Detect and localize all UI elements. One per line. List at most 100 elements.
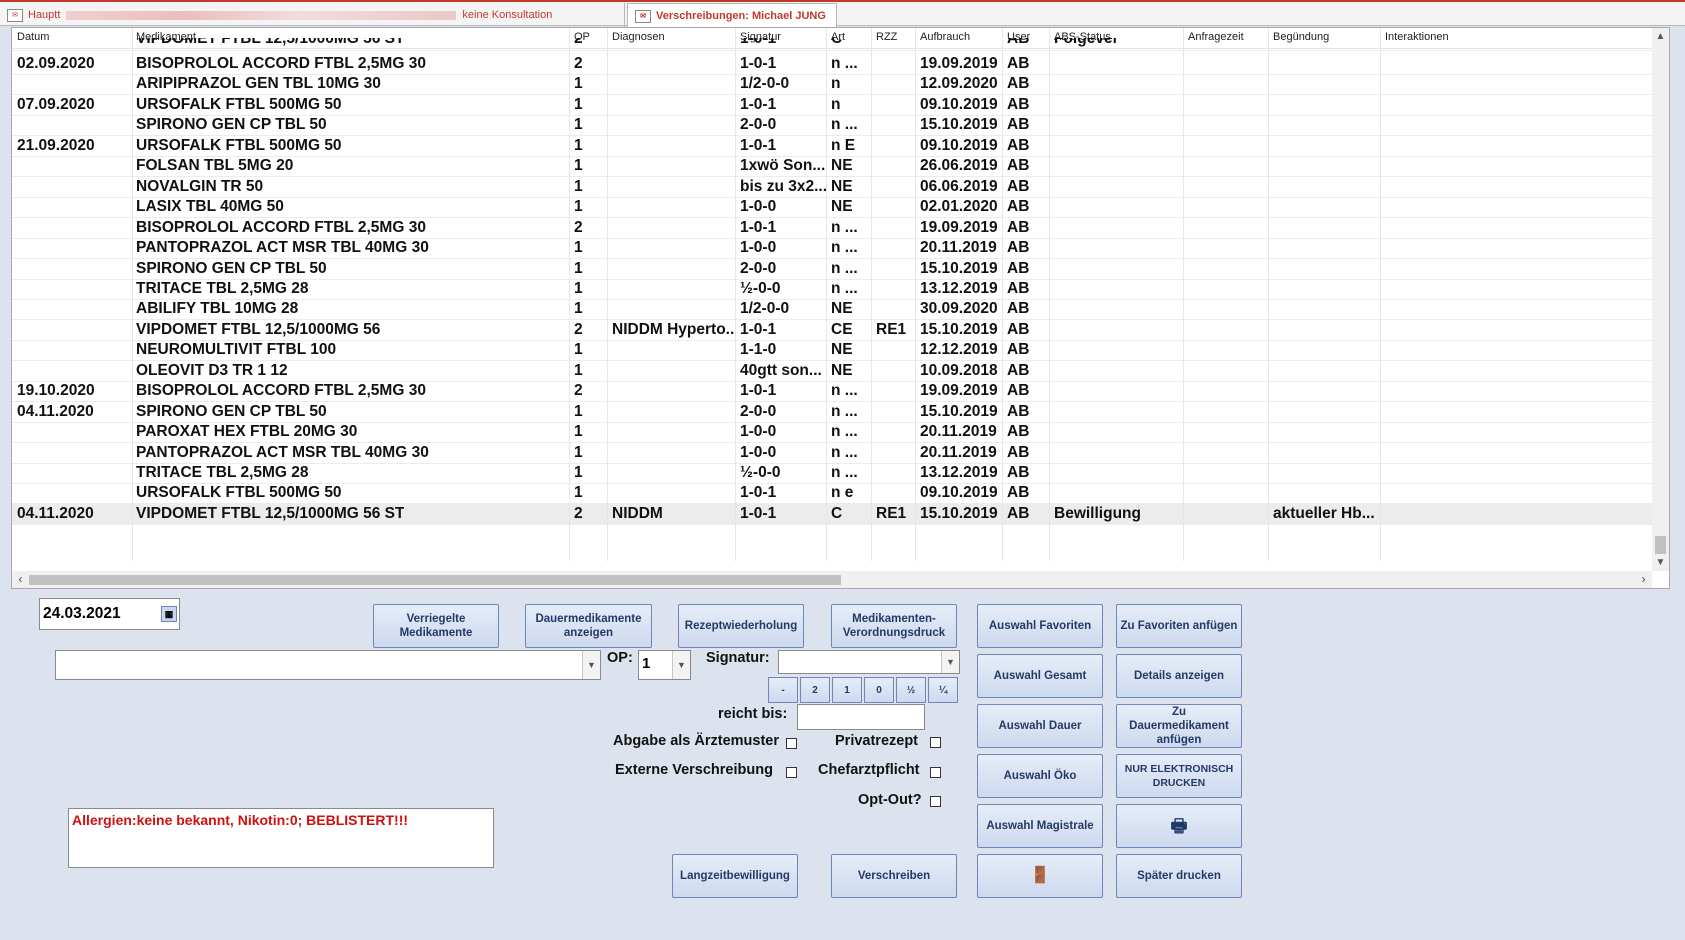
table-row[interactable]: TRITACE TBL 2,5MG 28 1 ½-0-0 n ... 13.12.201… [12,279,1652,300]
table-row[interactable]: NEUROMULTIVIT FTBL 100 1 1-1-0 NE 12.12.2019… [12,340,1652,362]
chefarztpflicht-checkbox[interactable] [930,767,941,778]
table-row[interactable]: 04.11.2020 VIPDOMET FTBL 12,5/1000MG 56 S… [12,503,1652,525]
scroll-left-icon[interactable]: ‹ [12,571,29,588]
sig-0-button[interactable]: 0 [864,677,894,703]
table-cell: AB [1007,504,1030,522]
table-cell: AB [1007,423,1030,441]
table-row[interactable]: OLEOVIT D3 TR 1 12 1 40gtt son... NE 10.09.2… [12,361,1652,382]
signatur-select[interactable]: ▼ [778,650,960,674]
horizontal-scrollbar[interactable]: ‹ › [12,571,1652,588]
table-row[interactable]: 07.09.2020 URSOFALK FTBL 500MG 50 1 1-0-1 n 0… [12,95,1652,116]
table-row[interactable]: 02.09.2020 BISOPROLOL ACCORD FTBL 2,5MG 3… [12,54,1652,75]
auswahl-magistrale-button[interactable]: Auswahl Magistrale [977,804,1103,848]
table-cell: 1 [574,484,583,502]
scroll-down-icon[interactable]: ▼ [1652,554,1669,571]
auswahl-oeko-button[interactable]: Auswahl Öko [977,754,1103,798]
scroll-thumb[interactable] [1655,536,1666,554]
spaeter-drucken-button[interactable]: Später drucken [1116,854,1242,898]
abgabe-aerztemuster-checkbox[interactable] [786,738,797,749]
sig-quarter-button[interactable]: ¼ [928,677,958,703]
table-cell: AB [1007,341,1030,359]
opt-out-checkbox[interactable] [930,796,941,807]
table-cell: PANTOPRAZOL ACT MSR TBL 40MG 30 [136,239,429,257]
column-divider [735,28,736,561]
table-row[interactable]: LASIX TBL 40MG 50 1 1-0-0 NE 02.01.2020 AB [12,197,1652,219]
table-cell: OLEOVIT D3 TR 1 12 [136,361,288,379]
column-divider [569,28,570,561]
table-row[interactable]: 21.09.2020 URSOFALK FTBL 500MG 50 1 1-0-1 n … [12,136,1652,157]
auswahl-dauer-button[interactable]: Auswahl Dauer [977,704,1103,748]
table-row[interactable]: TRITACE TBL 2,5MG 28 1 ½-0-0 n ... 13.12.201… [12,463,1652,484]
table-cell: 09.10.2019 [920,95,998,113]
medication-select[interactable]: ▼ [55,650,601,680]
exit-button[interactable]: 🚪 [977,854,1103,898]
table-row[interactable]: 19.10.2020 BISOPROLOL ACCORD FTBL 2,5MG 3… [12,381,1652,403]
scroll-up-icon[interactable]: ▲ [1652,28,1669,45]
table-row[interactable]: SPIRONO GEN CP TBL 50 1 2-0-0 n ... 15.10.20… [12,115,1652,137]
rezeptwiederholung-button[interactable]: Rezeptwiederholung [678,604,804,648]
table-row[interactable]: URSOFALK FTBL 500MG 50 1 1-0-1 n e 09.10.201… [12,483,1652,505]
chevron-down-icon[interactable]: ▼ [582,651,600,679]
table-row[interactable]: BISOPROLOL ACCORD FTBL 2,5MG 30 2 1-0-1 n .… [12,218,1652,239]
details-anzeigen-button[interactable]: Details anzeigen [1116,654,1242,698]
auswahl-favoriten-button[interactable]: Auswahl Favoriten [977,604,1103,648]
button-label-line: Medikamente [399,627,473,639]
allergy-note[interactable]: Allergien:keine bekannt, Nikotin:0; BEBL… [68,808,494,868]
table-row[interactable]: NOVALGIN TR 50 1 bis zu 3x2... NE 06.06.2019… [12,177,1652,198]
auswahl-gesamt-button[interactable]: Auswahl Gesamt [977,654,1103,698]
calendar-icon[interactable]: ▦ [161,606,177,622]
sig-1-button[interactable]: 1 [832,677,862,703]
table-cell: 1 [574,75,583,93]
dauermedikamente-anzeigen-button[interactable]: Dauermedikamente anzeigen [525,604,652,648]
reicht-bis-field[interactable] [797,704,925,730]
table-row[interactable]: SPIRONO GEN CP TBL 50 1 2-0-0 n ... 15.10.20… [12,259,1652,280]
verschreiben-button[interactable]: Verschreiben [831,854,957,898]
table-cell: 26.06.2019 [920,157,998,175]
table-cell: 1-0-1 [740,55,777,72]
langzeitbewilligung-button[interactable]: Langzeitbewilligung [672,854,798,898]
sig-half-button[interactable]: ½ [896,677,926,703]
date-field[interactable]: 24.03.2021 ▦ [39,598,180,630]
table-cell: VIPDOMET FTBL 12,5/1000MG 56 ST [136,38,405,47]
privatrezept-checkbox[interactable] [930,737,941,748]
table-row[interactable]: PANTOPRAZOL ACT MSR TBL 40MG 30 1 1-0-0 n .… [12,443,1652,464]
print-button[interactable]: 🖶 [1116,804,1242,848]
verriegelte-medikamente-button[interactable]: Verriegelte Medikamente [373,604,499,648]
table-cell: VIPDOMET FTBL 12,5/1000MG 56 [136,320,381,338]
table-cell: AB [1007,239,1030,257]
table-cell: n E [831,136,856,154]
table-row[interactable]: FOLSAN TBL 5MG 20 1 1xwö Son... NE 26.06.201… [12,156,1652,178]
table-row[interactable]: PAROXAT HEX FTBL 20MG 30 1 1-0-0 n ... 20.11… [12,422,1652,444]
verordnungsdruck-button[interactable]: Medikamenten- Verordnungsdruck [831,604,957,648]
prescription-grid[interactable]: Datum Medikament OP Diagnosen Signatur Art RZZ… [11,27,1670,589]
sig-dash-button[interactable]: - [768,677,798,703]
table-cell: AB [1007,361,1030,379]
externe-verschreibung-checkbox[interactable] [786,767,797,778]
table-row[interactable]: ARIPIPRAZOL GEN TBL 10MG 30 1 1/2-0-0 n 12.0… [12,74,1652,96]
table-row[interactable]: VIPDOMET FTBL 12,5/1000MG 56 2 NIDDM Hyper… [12,320,1652,341]
tab-hauptt[interactable]: ✉ Hauptt keine Konsultation [0,3,625,27]
button-label-line: anzeigen [563,627,614,639]
column-divider [1183,28,1184,561]
scroll-right-icon[interactable]: › [1635,571,1652,588]
table-row[interactable]: 04.11.2020 SPIRONO GEN CP TBL 50 1 2-0-0 n .… [12,402,1652,423]
zu-favoriten-anfuegen-button[interactable]: Zu Favoriten anfügen [1116,604,1242,648]
table-cell: 1-0-0 [740,443,777,461]
table-cell: FOLSAN TBL 5MG 20 [136,157,294,175]
table-row[interactable]: ABILIFY TBL 10MG 28 1 1/2-0-0 NE 30.09.2020 A… [12,299,1652,321]
chevron-down-icon[interactable]: ▼ [941,651,959,673]
table-row[interactable]: PANTOPRAZOL ACT MSR TBL 40MG 30 1 1-0-0 n .… [12,238,1652,260]
table-cell: 07.09.2020 [17,95,95,113]
tab-verschreibungen[interactable]: ✉ Verschreibungen: Michael JUNG [627,3,837,27]
table-cell: 2-0-0 [740,402,777,420]
nur-elektronisch-drucken-button[interactable]: NUR ELEKTRONISCH DRUCKEN [1116,754,1242,798]
chevron-down-icon[interactable]: ▼ [672,651,690,679]
op-select[interactable]: 1 ▼ [638,650,691,680]
table-row[interactable]: VIPDOMET FTBL 12,5/1000MG 56 ST 2 1-0-1 C AB… [12,38,1652,51]
horizontal-scroll-thumb[interactable] [29,575,841,585]
sig-2-button[interactable]: 2 [800,677,830,703]
allergy-text: Allergien:keine bekannt, Nikotin:0; BEBL… [72,812,409,828]
zu-dauermedikament-anfuegen-button[interactable]: Zu Dauermedikament anfügen [1116,704,1242,748]
vertical-scrollbar[interactable]: ▲ ▼ [1652,28,1669,571]
table-cell: AB [1007,218,1030,236]
